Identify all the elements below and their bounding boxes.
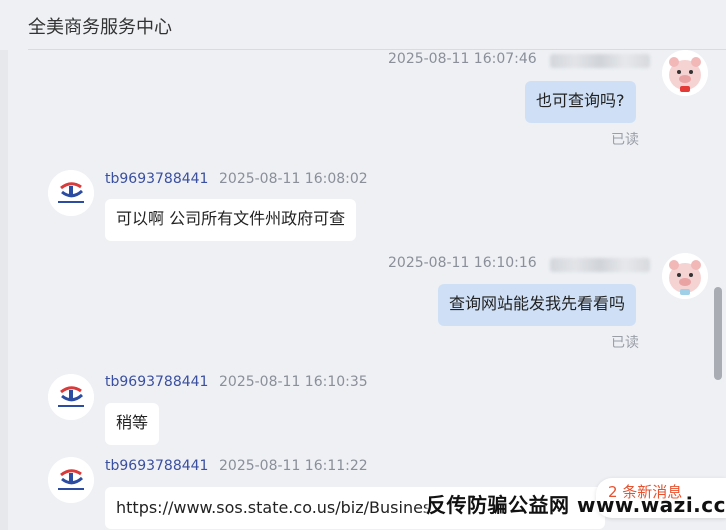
message-timestamp: 2025-08-11 16:10:35 — [219, 374, 368, 390]
company-logo-icon — [48, 457, 94, 503]
sender-name[interactable]: tb9693788441 — [105, 374, 208, 390]
user-avatar[interactable] — [662, 50, 708, 96]
chat-title: 全美商务服务中心 — [28, 17, 172, 38]
contact-avatar[interactable] — [48, 170, 94, 216]
message-bubble-incoming[interactable]: 稍等 — [105, 403, 160, 445]
left-panel-edge — [0, 50, 8, 530]
watermark-text: 反传防骗公益网 www.wazi.cc — [426, 493, 726, 517]
read-status: 已读 — [611, 132, 639, 148]
message-timestamp: 2025-08-11 16:08:02 — [219, 171, 368, 187]
user-avatar[interactable] — [662, 253, 708, 299]
message-timestamp: 2025-08-11 16:07:46 — [388, 51, 537, 67]
read-status: 已读 — [611, 335, 639, 351]
contact-avatar[interactable] — [48, 457, 94, 503]
chat-header: 全美商务服务中心 — [0, 0, 726, 50]
message-bubble-incoming[interactable]: 可以啊 公司所有文件州政府可查 — [105, 199, 357, 241]
pig-avatar-icon — [662, 50, 708, 96]
blurred-username — [550, 258, 650, 272]
scrollbar-thumb[interactable] — [714, 287, 722, 380]
message-bubble-outgoing[interactable]: 也可查询吗? — [525, 81, 636, 123]
contact-avatar[interactable] — [48, 374, 94, 420]
company-logo-icon — [48, 170, 94, 216]
message-timestamp: 2025-08-11 16:10:16 — [388, 255, 537, 271]
blurred-username — [550, 54, 650, 68]
sender-name[interactable]: tb9693788441 — [105, 458, 208, 474]
sender-name[interactable]: tb9693788441 — [105, 171, 208, 187]
company-logo-icon — [48, 374, 94, 420]
pig-avatar-icon — [662, 253, 708, 299]
message-bubble-outgoing[interactable]: 查询网站能发我先看看吗 — [438, 284, 637, 326]
message-timestamp: 2025-08-11 16:11:22 — [219, 458, 368, 474]
header-divider — [28, 49, 726, 50]
